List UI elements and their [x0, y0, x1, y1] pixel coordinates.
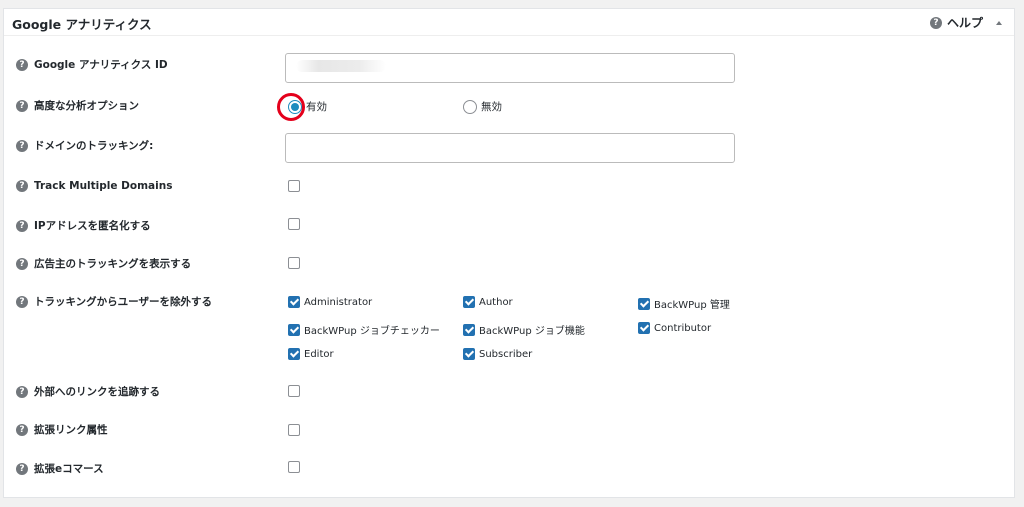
row-label-exclude-users: ? トラッキングからユーザーを除外する	[16, 294, 212, 309]
label-text: Google アナリティクス ID	[34, 59, 168, 71]
label-text: ドメインのトラッキング:	[34, 140, 154, 152]
row-label-anonymize-ip: ? IPアドレスを匿名化する	[16, 218, 151, 233]
question-mark-icon[interactable]: ?	[16, 139, 28, 152]
question-mark-icon[interactable]: ?	[16, 295, 28, 308]
collapse-arrow-icon[interactable]	[996, 20, 1002, 25]
row-label-track-outbound: ? 外部へのリンクを追跡する	[16, 384, 160, 399]
role-backwpup-job-checker[interactable]: BackWPup ジョブチェッカー	[288, 322, 440, 337]
role-label: BackWPup ジョブ機能	[479, 326, 585, 337]
track-multiple-domains-checkbox[interactable]	[288, 180, 300, 192]
anonymize-ip-checkbox[interactable]	[288, 218, 300, 230]
label-text: 外部へのリンクを追跡する	[34, 386, 160, 398]
row-label-track-multiple-domains: ? Track Multiple Domains	[16, 180, 172, 192]
question-mark-icon[interactable]: ?	[16, 423, 28, 436]
checked-checkbox[interactable]	[638, 297, 650, 310]
role-label: BackWPup 管理	[654, 300, 730, 311]
role-label: Author	[479, 296, 513, 308]
role-administrator[interactable]: Administrator	[288, 296, 372, 308]
track-outbound-checkbox[interactable]	[288, 385, 300, 397]
question-mark-icon[interactable]: ?	[16, 58, 28, 71]
role-label: Administrator	[304, 296, 373, 308]
enhanced-ecommerce-checkbox[interactable]	[288, 461, 300, 473]
role-label: Editor	[304, 348, 334, 360]
role-editor[interactable]: Editor	[288, 348, 334, 360]
question-mark-icon[interactable]: ?	[16, 462, 28, 475]
checked-checkbox[interactable]	[463, 296, 475, 308]
radio-disabled-label: 無効	[481, 101, 502, 113]
question-mark-icon[interactable]: ?	[16, 219, 28, 232]
radio-enabled-label: 有効	[306, 101, 327, 113]
role-label: BackWPup ジョブチェッカー	[304, 326, 440, 337]
checked-checkbox[interactable]	[638, 322, 650, 334]
row-label-analytics-id: ? Google アナリティクス ID	[16, 57, 168, 72]
label-text: 広告主のトラッキングを表示する	[34, 258, 192, 270]
label-text: 拡張リンク属性	[34, 424, 108, 436]
panel-header: Google アナリティクス ? ヘルプ	[4, 9, 1014, 36]
row-label-advanced-options: ? 高度な分析オプション	[16, 98, 139, 113]
help-label: ヘルプ	[946, 16, 983, 30]
panel-title: Google アナリティクス	[12, 17, 152, 32]
enhanced-link-checkbox[interactable]	[288, 424, 300, 436]
label-text: IPアドレスを匿名化する	[34, 220, 151, 232]
question-mark-icon[interactable]: ?	[16, 257, 28, 270]
row-label-enhanced-ecommerce: ? 拡張eコマース	[16, 461, 104, 476]
role-backwpup-admin[interactable]: BackWPup 管理	[638, 296, 730, 311]
redacted-id-value	[296, 60, 386, 72]
radio-disabled-dot[interactable]	[463, 99, 477, 114]
role-backwpup-job-function[interactable]: BackWPup ジョブ機能	[463, 322, 585, 337]
domain-tracking-input[interactable]	[285, 133, 735, 163]
role-label: Contributor	[654, 322, 712, 334]
checked-checkbox[interactable]	[288, 296, 300, 308]
label-text: トラッキングからユーザーを除外する	[34, 296, 212, 308]
role-contributor[interactable]: Contributor	[638, 322, 711, 334]
checked-checkbox[interactable]	[463, 323, 475, 336]
row-label-advertiser-tracking: ? 広告主のトラッキングを表示する	[16, 256, 191, 271]
role-label: Subscriber	[479, 348, 533, 360]
row-label-enhanced-link: ? 拡張リンク属性	[16, 422, 108, 437]
label-text: 高度な分析オプション	[34, 100, 139, 112]
role-subscriber[interactable]: Subscriber	[463, 348, 532, 360]
advertiser-tracking-checkbox[interactable]	[288, 257, 300, 269]
checked-checkbox[interactable]	[463, 348, 475, 360]
question-mark-icon[interactable]: ?	[16, 180, 28, 192]
label-text: Track Multiple Domains	[34, 180, 173, 192]
help-toggle[interactable]: ? ヘルプ	[929, 14, 1002, 31]
label-text: 拡張eコマース	[34, 463, 104, 475]
radio-disabled[interactable]: 無効	[463, 99, 502, 114]
role-author[interactable]: Author	[463, 296, 513, 308]
highlight-circle	[277, 93, 305, 121]
checked-checkbox[interactable]	[288, 323, 300, 336]
question-mark-icon[interactable]: ?	[16, 99, 28, 112]
checked-checkbox[interactable]	[288, 348, 300, 360]
row-label-domain-tracking: ? ドメインのトラッキング:	[16, 138, 153, 153]
question-mark-icon: ?	[929, 16, 942, 29]
question-mark-icon[interactable]: ?	[16, 385, 28, 398]
